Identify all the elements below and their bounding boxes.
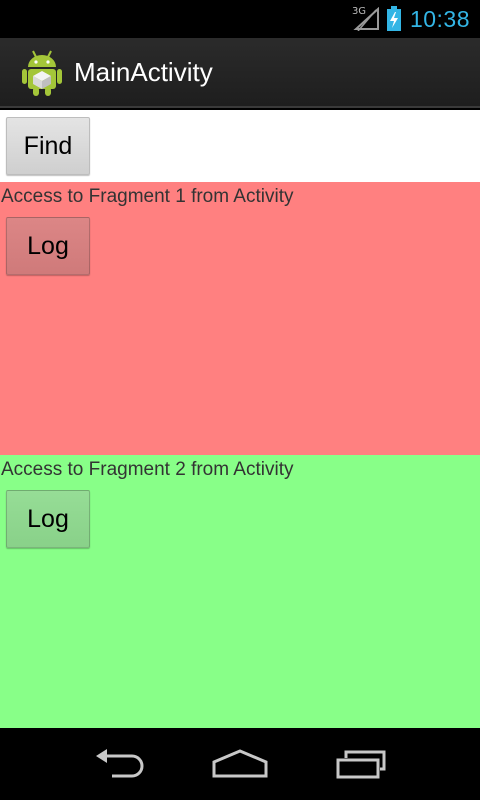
fragment-2: Access to Fragment 2 from Activity Log bbox=[0, 455, 480, 728]
status-indicators: 3G 10:38 bbox=[352, 0, 470, 38]
find-button[interactable]: Find bbox=[6, 117, 90, 175]
recent-apps-icon[interactable] bbox=[330, 746, 390, 782]
action-bar: MainActivity bbox=[0, 38, 480, 108]
home-icon[interactable] bbox=[210, 746, 270, 782]
fragment-1-log-button[interactable]: Log bbox=[6, 217, 90, 275]
back-icon[interactable] bbox=[90, 746, 150, 782]
app-title: MainActivity bbox=[74, 56, 213, 87]
fragment-1-label: Access to Fragment 1 from Activity bbox=[1, 186, 294, 207]
clock: 10:38 bbox=[409, 5, 470, 32]
main-content: Find Access to Fragment 1 from Activity … bbox=[0, 110, 480, 728]
fragment-1: Access to Fragment 1 from Activity Log bbox=[0, 182, 480, 455]
signal-strength-icon: 3G bbox=[351, 6, 380, 32]
fragment-2-log-button[interactable]: Log bbox=[6, 490, 90, 548]
battery-charging-icon bbox=[386, 6, 402, 32]
fragment-2-label: Access to Fragment 2 from Activity bbox=[1, 459, 294, 480]
network-type-label: 3G bbox=[351, 6, 367, 17]
navigation-bar bbox=[0, 728, 480, 800]
activity-toolbar: Find bbox=[0, 110, 480, 182]
status-bar: 3G 10:38 bbox=[0, 0, 480, 38]
android-robot-icon[interactable] bbox=[20, 47, 64, 97]
